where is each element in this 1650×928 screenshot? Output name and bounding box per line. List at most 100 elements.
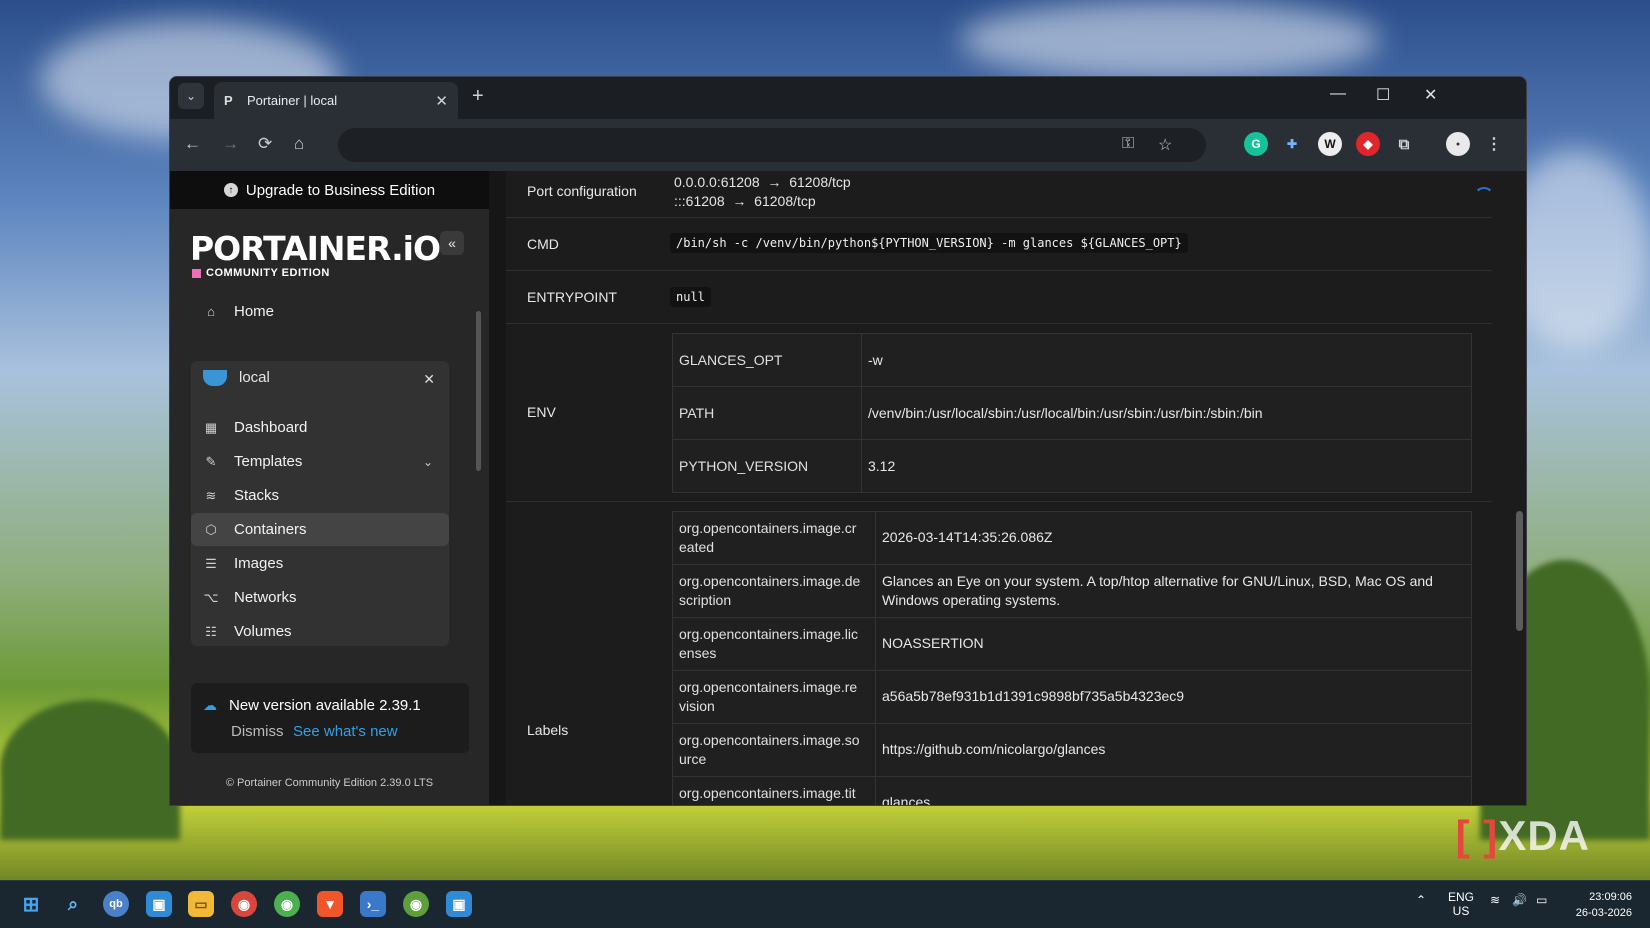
sidebar-item-containers[interactable]: ⬡ Containers	[191, 513, 449, 546]
label-value: glances	[882, 794, 931, 805]
password-key-icon[interactable]: ⚿	[1122, 135, 1134, 153]
new-tab-button[interactable]: +	[472, 85, 484, 108]
chevron-down-icon[interactable]: ⌄	[423, 455, 433, 469]
port-config-row: Port configuration 0.0.0.0:61208 → 61208…	[506, 171, 1492, 218]
qbittorrent-icon[interactable]: qb	[103, 891, 129, 917]
extensions-puzzle-icon[interactable]: ⧉	[1392, 132, 1416, 156]
file-explorer-icon[interactable]: ▭	[188, 891, 214, 917]
edition-text: COMMUNITY EDITION	[206, 267, 330, 279]
label-key-line1: org.opencontainers.image.re	[679, 679, 858, 695]
wallpaper-cloud	[960, 0, 1380, 80]
chrome-alt-icon[interactable]: ◉	[403, 891, 429, 917]
env-table: GLANCES_OPT -w PATH /venv/bin:/usr/local…	[672, 333, 1472, 493]
reload-icon[interactable]: ⟳	[258, 134, 272, 154]
whats-new-link[interactable]: See what's new	[293, 723, 398, 740]
close-environment-icon[interactable]: ✕	[423, 371, 435, 388]
label-key-line2: scription	[679, 592, 732, 608]
label-key-line2: enses	[679, 645, 717, 661]
sidebar-item-templates[interactable]: ✎ Templates ⌄	[191, 445, 449, 478]
upgrade-banner[interactable]: ↑ Upgrade to Business Edition	[170, 171, 489, 209]
volume-icon[interactable]: 🔊	[1512, 893, 1527, 907]
environment-name: local	[239, 369, 270, 386]
back-icon[interactable]: ←	[184, 134, 201, 154]
brave-icon[interactable]: ▼	[317, 891, 343, 917]
sidebar-item-volumes[interactable]: ☷ Volumes	[191, 615, 449, 648]
label-value: NOASSERTION	[882, 635, 984, 651]
label-key: org.opencontainers.image.tit	[679, 785, 856, 801]
page-scrollbar[interactable]	[1512, 171, 1526, 805]
wifi-icon[interactable]: ≋	[1490, 893, 1500, 907]
profile-avatar[interactable]: ●	[1446, 132, 1470, 156]
label-value: 2026-03-14T14:35:26.086Z	[882, 529, 1053, 545]
table-row: org.opencontainers.image.de scription Gla…	[673, 565, 1471, 618]
address-bar[interactable]: ⚿ ☆	[338, 128, 1206, 162]
dismiss-link[interactable]: Dismiss	[231, 723, 284, 740]
sidebar-item-label: Images	[234, 555, 284, 572]
env-key: PATH	[679, 405, 715, 421]
collapse-sidebar-button[interactable]: «	[440, 231, 464, 255]
wikipedia-extension-icon[interactable]: W	[1318, 132, 1342, 156]
language-indicator[interactable]: ENG US	[1448, 890, 1474, 918]
box-icon: ⬡	[205, 521, 217, 537]
label-key: org.opencontainers.image.so urce	[679, 731, 860, 769]
browser-menu-icon[interactable]: ⋮	[1482, 132, 1506, 156]
sidebar-item-label: Dashboard	[234, 419, 308, 436]
sidebar-item-networks[interactable]: ⌥ Networks	[191, 581, 449, 614]
table-row: org.opencontainers.image.cr eated 2026-03…	[673, 512, 1471, 565]
bookmark-star-icon[interactable]: ☆	[1158, 135, 1172, 155]
app-icon[interactable]: ▣	[146, 891, 172, 917]
scrollbar-thumb[interactable]	[1516, 511, 1523, 631]
taskbar-clock[interactable]: 23:09:06 26-03-2026	[1576, 889, 1632, 921]
close-window-button[interactable]: ✕	[1424, 85, 1437, 105]
browser-toolbar: ← → ⟳ ⌂ ⚿ ☆ G ✚ W ◆ ⧉ ● ⋮	[170, 119, 1526, 171]
forward-icon[interactable]: →	[222, 134, 239, 154]
sidebar-item-dashboard[interactable]: ▦ Dashboard	[191, 411, 449, 444]
sidebar-item-stacks[interactable]: ≋ Stacks	[191, 479, 449, 512]
label-key-line1: org.opencontainers.image.cr	[679, 520, 857, 536]
label-key-line1: org.opencontainers.image.de	[679, 573, 861, 589]
label-value-line2: Windows operating systems.	[882, 592, 1061, 608]
upgrade-arrow-icon: ↑	[223, 183, 238, 197]
tab-search-button[interactable]: ⌄	[178, 83, 204, 109]
tab-close-icon[interactable]: ✕	[435, 92, 448, 110]
sidebar-item-images[interactable]: ☰ Images	[191, 547, 449, 580]
home-icon[interactable]: ⌂	[294, 134, 304, 154]
sidebar-scrollbar[interactable]	[476, 311, 481, 471]
port-config-label: Port configuration	[527, 183, 637, 199]
app-icon[interactable]: ▣	[446, 891, 472, 917]
extension-puzzle-blue-icon[interactable]: ✚	[1280, 132, 1304, 156]
label-key: org.opencontainers.image.lic enses	[679, 625, 858, 663]
env-key: GLANCES_OPT	[679, 352, 783, 368]
search-icon[interactable]: ⌕	[60, 891, 86, 917]
minimize-button[interactable]: —	[1330, 85, 1346, 103]
label-key-line2: vision	[679, 698, 715, 714]
portainer-logo[interactable]: PORTAINER.iO	[190, 229, 441, 268]
battery-icon[interactable]: ▭	[1536, 893, 1547, 907]
terminal-icon[interactable]: ›_	[360, 891, 386, 917]
browser-tab[interactable]: P Portainer | local ✕	[214, 82, 458, 119]
tray-overflow-icon[interactable]: ⌃	[1416, 893, 1426, 907]
docker-whale-icon	[203, 369, 227, 386]
port-host: :::61208	[674, 193, 725, 209]
grammarly-extension-icon[interactable]: G	[1244, 132, 1268, 156]
environment-header[interactable]: local	[203, 369, 270, 386]
entrypoint-value: null	[670, 287, 711, 307]
chrome-profile-icon[interactable]: ◉	[274, 891, 300, 917]
region-code: US	[1452, 904, 1470, 918]
maximize-button[interactable]: ☐	[1376, 85, 1390, 105]
edition-label: COMMUNITY EDITION	[192, 267, 330, 279]
table-row: org.opencontainers.image.lic enses NOASSE…	[673, 618, 1471, 671]
table-row: org.opencontainers.image.so urce https://…	[673, 724, 1471, 777]
cloud-download-icon: ☁	[203, 697, 217, 713]
chrome-icon[interactable]: ◉	[231, 891, 257, 917]
label-key-line2: eated	[679, 539, 715, 555]
sidebar-item-label: Home	[234, 303, 275, 320]
env-value: 3.12	[868, 458, 896, 474]
cmd-label: CMD	[527, 236, 559, 252]
windows-start-icon[interactable]: ⊞	[18, 891, 44, 917]
port-mapping: 0.0.0.0:61208 → 61208/tcp	[674, 174, 851, 190]
red-extension-icon[interactable]: ◆	[1356, 132, 1380, 156]
sidebar-item-home[interactable]: ⌂ Home	[191, 295, 449, 328]
clock-time: 23:09:06	[1589, 891, 1632, 903]
port-container: 61208/tcp	[789, 174, 851, 190]
